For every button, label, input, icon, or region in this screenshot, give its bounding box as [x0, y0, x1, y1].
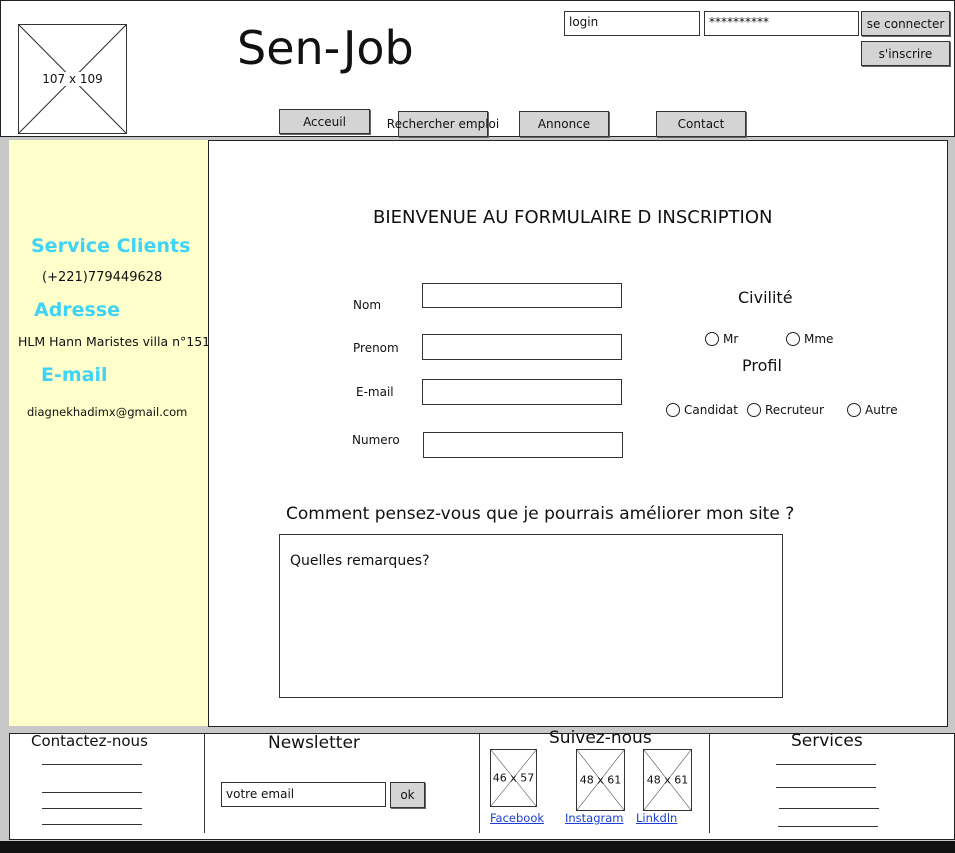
nav-rechercher-emploi[interactable]: Rechercher emploi [387, 111, 499, 137]
nav-contact[interactable]: Contact [656, 111, 746, 137]
services-line-2 [776, 787, 876, 788]
email-input[interactable] [422, 379, 622, 405]
instagram-image: 48 x 61 [576, 749, 625, 811]
divider-1 [204, 734, 205, 833]
divider-2 [479, 734, 480, 833]
facebook-link[interactable]: Facebook [490, 811, 544, 825]
newsletter-title: Newsletter [268, 733, 360, 753]
nav-annonce[interactable]: Annonce [519, 111, 609, 137]
sidebar: Service Clients (+221)779449628 Adresse … [9, 140, 211, 726]
radio-mr[interactable] [705, 331, 719, 346]
follow-title: Suivez-nous [549, 728, 652, 748]
linkedin-link[interactable]: Linkdln [636, 811, 677, 825]
radio-recruteur[interactable] [747, 402, 761, 417]
radio-mme[interactable] [786, 331, 800, 346]
instagram-link[interactable]: Instagram [565, 811, 624, 825]
instagram-image-size: 48 x 61 [579, 773, 622, 787]
services-line-1 [776, 764, 876, 765]
address-title: Adresse [34, 299, 121, 321]
phone-text: (+221)779449628 [42, 270, 163, 285]
remarks-textarea[interactable]: Quelles remarques? [279, 534, 783, 698]
contact-line-2 [42, 792, 142, 793]
site-title: Sen-Job [237, 21, 414, 75]
logo-size-label: 107 x 109 [40, 72, 105, 86]
connect-button[interactable]: se connecter [861, 11, 950, 36]
label-email: E-mail [356, 385, 394, 399]
numero-input[interactable] [423, 432, 623, 458]
label-numero: Numero [352, 433, 400, 447]
remarks-placeholder: Quelles remarques? [290, 553, 430, 569]
header: 107 x 109 Sen-Job login ********** se co… [0, 0, 955, 137]
logo-image: 107 x 109 [18, 24, 127, 134]
services-line-4 [778, 826, 878, 827]
contact-line-4 [42, 824, 142, 825]
form-title: BIENVENUE AU FORMULAIRE D INSCRIPTION [373, 207, 773, 228]
profil-title: Profil [742, 356, 782, 375]
nav-acceuil[interactable]: Acceuil [279, 109, 370, 134]
profil-candidat[interactable]: Candidat [666, 399, 738, 418]
main-panel: BIENVENUE AU FORMULAIRE D INSCRIPTION No… [208, 140, 948, 727]
civilite-mr[interactable]: Mr [705, 328, 738, 347]
civilite-mme[interactable]: Mme [786, 328, 833, 347]
bottom-bar [0, 841, 955, 853]
radio-autre-label: Autre [865, 402, 898, 417]
nom-input[interactable] [422, 283, 622, 308]
feedback-question: Comment pensez-vous que je pourrais amél… [286, 504, 795, 524]
email-text: diagnekhadimx@gmail.com [27, 405, 188, 419]
address-text: HLM Hann Maristes villa n°151 [18, 334, 211, 349]
prenom-input[interactable] [422, 334, 622, 360]
login-input[interactable]: login [564, 11, 700, 36]
divider-3 [709, 734, 710, 833]
radio-mr-label: Mr [723, 331, 739, 346]
footer: Contactez-nous Newsletter votre email ok… [9, 728, 955, 840]
facebook-image: 46 x 57 [490, 749, 537, 807]
label-nom: Nom [353, 298, 382, 312]
contact-title: Contactez-nous [31, 732, 148, 750]
services-title: Services [791, 731, 863, 751]
linkedin-image: 48 x 61 [643, 749, 692, 811]
contact-line-1 [42, 764, 142, 765]
newsletter-value: votre email [226, 787, 295, 801]
facebook-image-size: 46 x 57 [492, 771, 535, 785]
radio-recruteur-label: Recruteur [765, 402, 824, 417]
linkedin-image-size: 48 x 61 [646, 773, 689, 787]
password-value: ********** [709, 15, 769, 29]
email-title: E-mail [41, 364, 108, 386]
password-input[interactable]: ********** [704, 11, 859, 36]
newsletter-input[interactable]: votre email [221, 782, 386, 807]
radio-autre[interactable] [847, 402, 861, 417]
label-prenom: Prenom [353, 341, 399, 355]
newsletter-ok-button[interactable]: ok [390, 782, 425, 808]
radio-candidat-label: Candidat [684, 402, 738, 417]
radio-candidat[interactable] [666, 402, 680, 417]
service-title: Service Clients [31, 235, 191, 257]
radio-mme-label: Mme [804, 331, 834, 346]
contact-line-3 [42, 808, 142, 809]
profil-recruteur[interactable]: Recruteur [747, 399, 824, 418]
signup-button[interactable]: s'inscrire [861, 41, 950, 66]
profil-autre[interactable]: Autre [847, 399, 898, 418]
civilite-title: Civilité [738, 288, 793, 307]
services-line-3 [779, 808, 879, 809]
login-value: login [569, 15, 599, 29]
